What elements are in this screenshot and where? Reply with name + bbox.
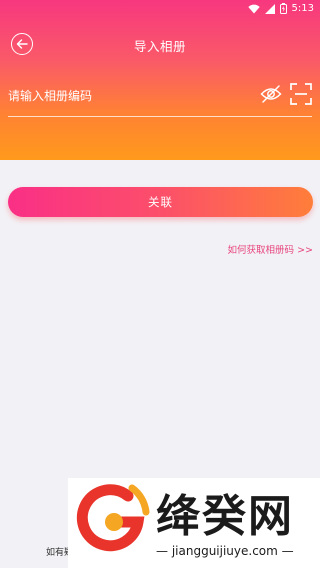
status-bar: 5:13 [0, 0, 320, 18]
signal-icon [264, 3, 275, 14]
watermark-title: 绛癸网 [156, 491, 294, 542]
watermark-url-text: jiangguijiuye.com [171, 544, 278, 558]
status-time: 5:13 [291, 3, 314, 14]
battery-icon [279, 3, 287, 14]
visibility-toggle-button[interactable] [260, 84, 282, 104]
eye-hidden-icon [260, 85, 282, 103]
help-link[interactable]: 如何获取相册码 >> [228, 242, 313, 256]
watermark-url: — jiangguijiuye.com — [156, 544, 294, 558]
status-icons: 5:13 [247, 3, 314, 14]
watermark-dash-left: — [156, 544, 168, 558]
scan-button[interactable] [290, 83, 312, 105]
album-code-input[interactable] [8, 84, 248, 108]
scan-icon [290, 83, 312, 105]
wifi-icon [247, 4, 260, 13]
top-bar: 导入相册 [0, 24, 320, 64]
page-title: 导入相册 [133, 39, 186, 54]
link-album-button[interactable]: 关联 [8, 187, 313, 217]
input-underline [8, 116, 312, 117]
watermark-logo [76, 484, 150, 552]
album-code-row [8, 80, 312, 118]
watermark-overlay: 绛癸网 — jiangguijiuye.com — [68, 478, 320, 568]
watermark-dash-right: — [281, 544, 294, 558]
